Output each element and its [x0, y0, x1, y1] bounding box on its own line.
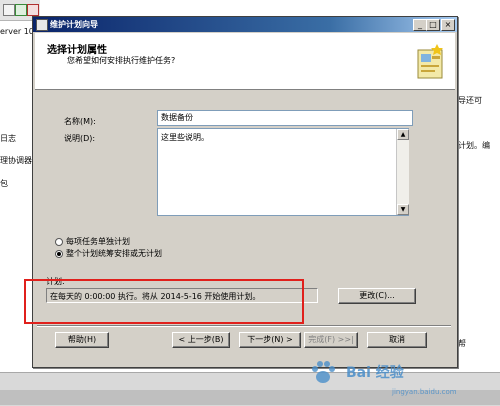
- refresh-icon[interactable]: [15, 4, 27, 16]
- watermark: Bai 经验 jingyan.baidu.com: [300, 352, 500, 405]
- dialog-title: 维护计划向导: [50, 20, 98, 29]
- page-subtitle: 您希望如何安排执行维护任务?: [67, 56, 176, 65]
- radio-separate-schedules[interactable]: 每项任务单独计划: [55, 236, 130, 247]
- wizard-icon: [36, 19, 48, 31]
- scroll-up-icon[interactable]: ▲: [397, 129, 409, 140]
- radio-label: 整个计划统筹安排或无计划: [66, 249, 162, 258]
- help-button[interactable]: 帮助(H): [55, 332, 109, 348]
- bg-line: 计划。编: [458, 141, 490, 150]
- bg-line: 理协调器: [0, 156, 32, 165]
- close-button[interactable]: ×: [441, 19, 455, 31]
- change-schedule-button[interactable]: 更改(C)...: [338, 288, 416, 304]
- back-button[interactable]: < 上一步(B): [172, 332, 230, 348]
- bg-line: erver 10.: [0, 27, 37, 36]
- bg-line: 帮: [458, 339, 466, 348]
- background-right-pane: 导还可 计划。编 帮: [455, 0, 500, 405]
- divider: [37, 325, 451, 327]
- wizard-header: 选择计划属性 您希望如何安排执行维护任务?: [35, 33, 455, 90]
- radio-single-schedule[interactable]: 整个计划统筹安排或无计划: [55, 248, 162, 259]
- highlight-annotation: [24, 279, 304, 324]
- toolbar-icon[interactable]: [3, 4, 15, 16]
- description-scrollbar[interactable]: ▲ ▼: [396, 129, 409, 215]
- page-title: 选择计划属性: [47, 45, 107, 56]
- name-label: 名称(M):: [64, 117, 96, 126]
- description-label: 说明(D):: [64, 134, 96, 143]
- stop-icon[interactable]: [27, 4, 39, 16]
- dialog-titlebar[interactable]: 维护计划向导 _ □ ×: [33, 17, 457, 32]
- watermark-url: jingyan.baidu.com: [392, 388, 457, 396]
- description-textarea[interactable]: 这里些说明。 ▲ ▼: [157, 128, 409, 216]
- bg-line: 日志: [0, 134, 16, 143]
- bg-line: 导还可: [458, 96, 482, 105]
- bg-line: 包: [0, 179, 8, 188]
- description-text: 这里些说明。: [161, 133, 209, 142]
- maintenance-plan-wizard-dialog: 维护计划向导 _ □ × 选择计划属性 您希望如何安排执行维护任务? 名称(M)…: [24, 16, 458, 368]
- name-field[interactable]: 数据备份: [157, 110, 413, 126]
- paw-icon: [312, 361, 335, 383]
- radio-label: 每项任务单独计划: [66, 237, 130, 246]
- watermark-text: Bai 经验: [346, 365, 404, 381]
- minimize-button[interactable]: _: [413, 19, 427, 31]
- radio-button-selected[interactable]: [55, 249, 63, 258]
- radio-button[interactable]: [55, 237, 63, 246]
- next-button[interactable]: 下一步(N) >: [239, 332, 301, 348]
- finish-button: 完成(F) >>|: [304, 332, 358, 348]
- scroll-down-icon[interactable]: ▼: [397, 204, 409, 215]
- wizard-logo-icon: [417, 44, 443, 79]
- maximize-button[interactable]: □: [426, 19, 440, 31]
- cancel-button[interactable]: 取消: [367, 332, 427, 348]
